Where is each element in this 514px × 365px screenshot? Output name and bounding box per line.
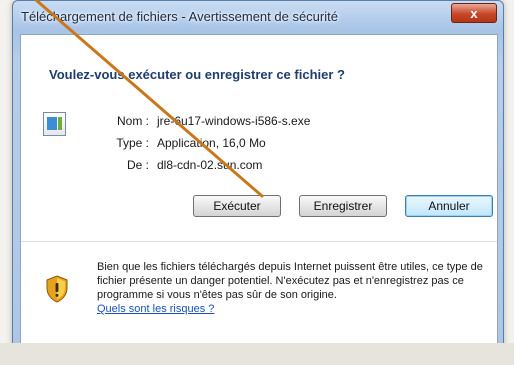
close-button[interactable]: x xyxy=(451,3,497,23)
file-source-label: De : xyxy=(126,158,149,172)
dialog-window: Téléchargement de fichiers - Avertisseme… xyxy=(12,0,504,352)
warning-text-block: Bien que les fichiers téléchargés depuis… xyxy=(97,260,489,316)
warning-panel: Bien que les fichiers téléchargés depuis… xyxy=(21,241,497,346)
file-type-value: Application, 16,0 Mo xyxy=(157,136,266,150)
save-button[interactable]: Enregistrer xyxy=(299,195,387,217)
file-name-value: jre-6u17-windows-i586-s.exe xyxy=(157,114,311,128)
dialog-body: Voulez-vous exécuter ou enregistrer ce f… xyxy=(20,34,498,346)
close-icon: x xyxy=(470,5,478,21)
file-source-value: dl8-cdn-02.sun.com xyxy=(157,158,263,172)
background-strip xyxy=(0,343,514,365)
warning-message: Bien que les fichiers téléchargés depuis… xyxy=(97,261,483,301)
cancel-button[interactable]: Annuler xyxy=(405,195,493,217)
file-type-label: Type : xyxy=(116,136,149,150)
run-button[interactable]: Exécuter xyxy=(193,195,281,217)
title-bar[interactable]: Téléchargement de fichiers - Avertisseme… xyxy=(13,1,503,35)
application-file-icon xyxy=(43,112,66,136)
risks-link[interactable]: Quels sont les risques ? xyxy=(97,303,214,315)
window-title: Téléchargement de fichiers - Avertisseme… xyxy=(21,9,338,24)
dialog-heading: Voulez-vous exécuter ou enregistrer ce f… xyxy=(49,67,345,82)
security-shield-icon xyxy=(46,275,68,303)
file-name-label: Nom : xyxy=(116,114,149,128)
